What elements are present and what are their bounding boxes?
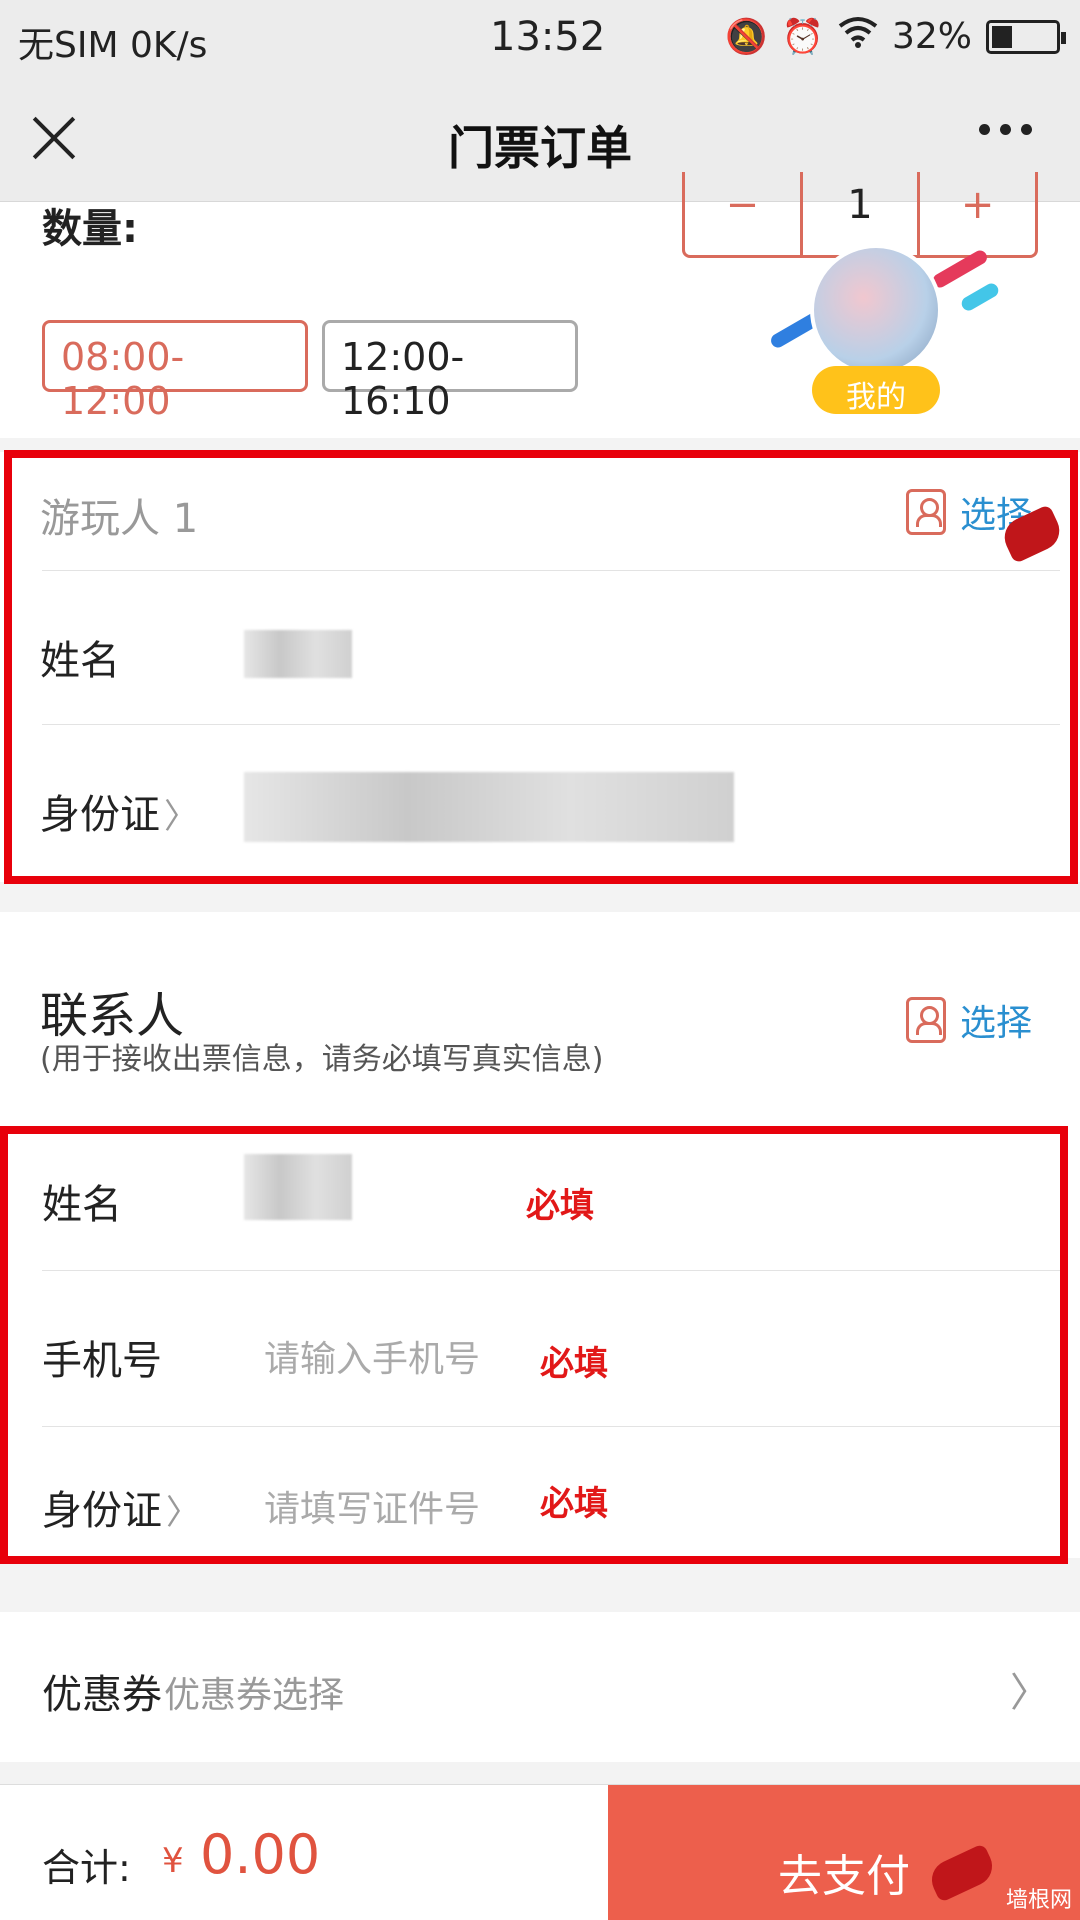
more-menu-icon[interactable]	[979, 124, 1032, 135]
floating-mine-badge[interactable]: 我的	[812, 366, 940, 415]
float-splash-decoration	[959, 280, 1001, 314]
coupon-selector[interactable]: 优惠券选择	[164, 1666, 344, 1718]
network-speed: 0K/s	[129, 25, 208, 66]
mute-bell-icon: 🔕	[725, 16, 768, 57]
quantity-value: 1	[803, 172, 921, 255]
clock: 13:52	[490, 14, 606, 60]
site-watermark: 墙根网	[1005, 1888, 1072, 1913]
total-label: 合计:	[42, 1846, 131, 1890]
contact-select-label: 选择	[960, 1003, 1033, 1044]
contacts-book-icon	[906, 997, 946, 1043]
status-right: 🔕 ⏰ 32%	[725, 16, 1066, 57]
bottom-bar: 合计: ¥ 0.00 去支付 墙根网	[0, 1784, 1080, 1920]
quantity-minus-button[interactable]: −	[685, 172, 803, 255]
quantity-label: 数量:	[42, 206, 138, 252]
ticket-card: 数量: − 1 + 08:00-12:00 12:00-16:10 我的	[0, 172, 1080, 438]
coupon-row[interactable]: 优惠券 优惠券选择 〉	[0, 1612, 1080, 1762]
chevron-right-icon: 〉	[1010, 1670, 1050, 1716]
battery-percent: 32%	[891, 16, 972, 57]
status-bar: 无SIM 0K/s 13:52 🔕 ⏰ 32%	[0, 0, 1080, 78]
total-amount: 0.00	[200, 1823, 321, 1886]
annotation-box-visitor	[4, 450, 1078, 884]
contact-select-button[interactable]: 选择	[906, 994, 1032, 1046]
status-left: 无SIM 0K/s	[18, 16, 207, 68]
alarm-icon: ⏰	[781, 16, 824, 57]
time-slot-afternoon[interactable]: 12:00-16:10	[322, 320, 578, 423]
floating-avatar[interactable]	[810, 244, 942, 376]
currency-symbol: ¥	[162, 1841, 184, 1881]
annotation-box-contact	[0, 1126, 1068, 1564]
battery-icon	[986, 19, 1066, 54]
contact-subtitle: (用于接收出票信息，请务必填写真实信息)	[40, 1042, 604, 1077]
contact-header-card: 联系人 (用于接收出票信息，请务必填写真实信息) 选择	[0, 912, 1080, 1108]
quantity-plus-button[interactable]: +	[920, 172, 1035, 255]
wifi-icon	[838, 16, 878, 57]
time-slot-morning[interactable]: 08:00-12:00	[42, 320, 308, 423]
page-title: 门票订单	[448, 121, 632, 175]
carrier-text: 无SIM	[18, 25, 119, 66]
coupon-label: 优惠券	[42, 1672, 162, 1718]
